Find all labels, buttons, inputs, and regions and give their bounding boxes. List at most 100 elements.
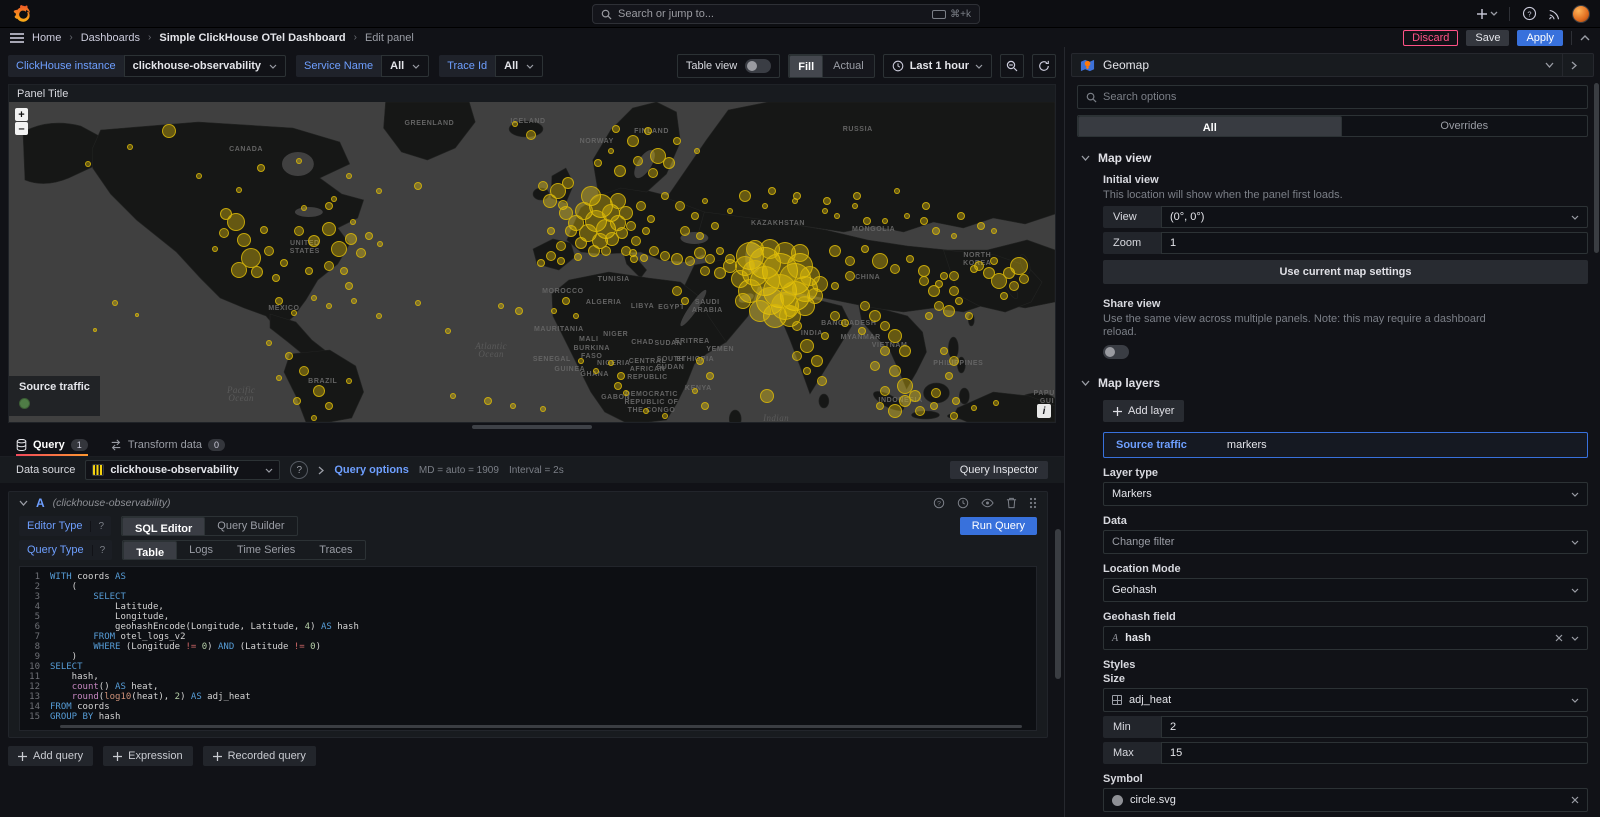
discard-button[interactable]: Discard xyxy=(1403,30,1458,46)
styles-label: Styles xyxy=(1103,659,1588,671)
layer-type-select[interactable]: Markers xyxy=(1103,482,1588,506)
breadcrumb-home[interactable]: Home xyxy=(32,32,61,44)
sql-line-number: 9 xyxy=(20,652,50,662)
zoom-out-time-button[interactable] xyxy=(1000,54,1024,78)
delete-query-trash-icon[interactable] xyxy=(1006,497,1017,509)
left-pane-scrollbar[interactable] xyxy=(1055,529,1061,679)
datasource-picker[interactable]: clickhouse-observability xyxy=(85,460,280,480)
geomap-viz-icon xyxy=(1080,58,1095,73)
geohash-field-select[interactable]: A hash xyxy=(1103,626,1588,650)
sql-horizontal-scrollbar[interactable] xyxy=(60,725,1022,728)
fill-option[interactable]: Fill xyxy=(789,55,823,78)
sql-editor-option[interactable]: SQL Editor xyxy=(122,517,205,536)
use-current-map-settings-button[interactable]: Use current map settings xyxy=(1103,260,1588,284)
query-options-toggle[interactable]: Query options xyxy=(334,464,409,476)
tab-transform-data[interactable]: Transform data 0 xyxy=(110,439,225,456)
sql-line-number: 3 xyxy=(20,592,50,602)
chevron-down-icon[interactable] xyxy=(1537,54,1562,76)
apply-button[interactable]: Apply xyxy=(1517,30,1563,46)
panel-resize-handle[interactable] xyxy=(0,423,1064,431)
drag-handle-icon[interactable] xyxy=(1029,497,1037,509)
collapse-options-icon[interactable] xyxy=(1562,54,1585,76)
sql-line-number: 13 xyxy=(20,692,50,702)
add-new-button[interactable] xyxy=(1477,8,1499,20)
time-series-option[interactable]: Time Series xyxy=(225,541,307,559)
view-select[interactable]: (0°, 0°) xyxy=(1161,206,1588,228)
map-zoom-in-button[interactable]: + xyxy=(15,108,28,121)
info-icon[interactable]: ? xyxy=(90,521,111,532)
logs-option[interactable]: Logs xyxy=(177,541,225,559)
time-range-picker[interactable]: Last 1 hour xyxy=(883,54,992,78)
sql-code-line: round(log10(heat), 2) AS adj_heat xyxy=(50,692,251,702)
section-map-view[interactable]: Map view xyxy=(1081,151,1588,165)
table-view-toggle[interactable] xyxy=(745,59,771,73)
variable-value-dropdown[interactable]: All xyxy=(381,55,429,77)
location-mode-select[interactable]: Geohash xyxy=(1103,578,1588,602)
panel-title[interactable]: Panel Title xyxy=(9,85,1055,102)
clear-icon[interactable] xyxy=(1555,634,1563,642)
visualization-name: Geomap xyxy=(1103,58,1149,72)
hide-query-eye-icon[interactable] xyxy=(981,498,994,508)
geomap-canvas[interactable]: RUSSIACANADAUNITED STATESMEXICOBRAZILGRE… xyxy=(9,102,1055,422)
breadcrumb-edit-panel: Edit panel xyxy=(365,32,414,44)
query-builder-option[interactable]: Query Builder xyxy=(205,517,296,535)
tab-query[interactable]: Query 1 xyxy=(16,439,88,456)
add-layer-button[interactable]: Add layer xyxy=(1103,400,1184,422)
visualization-picker[interactable]: Geomap xyxy=(1071,53,1594,77)
share-view-toggle[interactable] xyxy=(1103,345,1129,359)
sql-line-number: 2 xyxy=(20,582,50,592)
help-icon[interactable]: ? xyxy=(1520,5,1538,23)
grafana-logo[interactable] xyxy=(12,4,32,24)
global-search-input[interactable]: Search or jump to... ⌘+k xyxy=(592,4,980,24)
datasource-help-icon[interactable]: ? xyxy=(290,461,308,479)
refresh-button[interactable] xyxy=(1032,54,1056,78)
chevron-up-icon[interactable] xyxy=(1580,35,1590,41)
query-history-icon[interactable] xyxy=(957,497,969,509)
sql-line-number: 6 xyxy=(20,622,50,632)
info-icon[interactable]: ? xyxy=(92,545,113,556)
user-avatar[interactable] xyxy=(1572,5,1590,23)
news-icon[interactable] xyxy=(1548,7,1562,21)
symbol-select[interactable]: circle.svg xyxy=(1103,788,1588,812)
table-option[interactable]: Table xyxy=(123,541,177,560)
options-search-input[interactable]: Search options xyxy=(1077,85,1588,109)
traces-option[interactable]: Traces xyxy=(307,541,364,559)
run-query-button[interactable]: Run Query xyxy=(960,517,1037,535)
add-query-button[interactable]: Add query xyxy=(8,746,93,766)
data-filter-select[interactable]: Change filter xyxy=(1103,530,1588,554)
breadcrumb-dashboards[interactable]: Dashboards xyxy=(81,32,140,44)
tab-all[interactable]: All xyxy=(1078,116,1342,137)
sql-line-number: 1 xyxy=(20,572,50,582)
max-input[interactable]: 15 xyxy=(1161,742,1588,764)
attribution-info-icon[interactable]: i xyxy=(1037,404,1051,418)
size-field-select[interactable]: adj_heat xyxy=(1103,688,1588,712)
add-recorded-query-button[interactable]: Recorded query xyxy=(203,746,316,766)
query-inspector-button[interactable]: Query Inspector xyxy=(950,461,1048,479)
geohash-field-label: Geohash field xyxy=(1103,611,1588,623)
section-map-layers[interactable]: Map layers xyxy=(1081,376,1588,390)
tab-overrides[interactable]: Overrides xyxy=(1342,116,1588,136)
actual-option[interactable]: Actual xyxy=(823,55,874,77)
sidebar-scrollbar[interactable] xyxy=(1594,83,1599,253)
layer-card-source-traffic[interactable]: Source traffic markers xyxy=(1103,432,1588,458)
zoom-input[interactable]: 1 xyxy=(1161,232,1588,254)
min-field: Min 2 xyxy=(1103,716,1588,738)
query-help-icon[interactable]: ? xyxy=(933,497,945,509)
sql-editor[interactable]: 1WITH coords AS2 (3 SELECT4 Latitude,5 L… xyxy=(19,566,1037,731)
min-input[interactable]: 2 xyxy=(1161,716,1588,738)
variable-value-dropdown[interactable]: clickhouse-observability xyxy=(124,55,286,77)
map-zoom-out-button[interactable]: – xyxy=(15,122,28,135)
chevron-right-icon[interactable] xyxy=(318,466,324,475)
map-zoom-controls: + – xyxy=(15,108,28,135)
clear-icon[interactable] xyxy=(1571,796,1579,804)
variable-value-dropdown[interactable]: All xyxy=(495,55,543,77)
breadcrumb-dashboard-name[interactable]: Simple ClickHouse OTel Dashboard xyxy=(159,32,345,44)
number-field-icon xyxy=(1112,695,1122,705)
menu-toggle-icon[interactable] xyxy=(10,33,24,43)
top-bar: Search or jump to... ⌘+k ? xyxy=(0,0,1600,28)
view-field: View (0°, 0°) xyxy=(1103,206,1588,228)
sql-code-line: geohashEncode(Longitude, Latitude, 4) AS… xyxy=(50,622,359,632)
save-button[interactable]: Save xyxy=(1466,30,1509,46)
query-row-header[interactable]: A (clickhouse-observability) ? xyxy=(9,492,1047,514)
add-expression-button[interactable]: Expression xyxy=(103,746,192,766)
